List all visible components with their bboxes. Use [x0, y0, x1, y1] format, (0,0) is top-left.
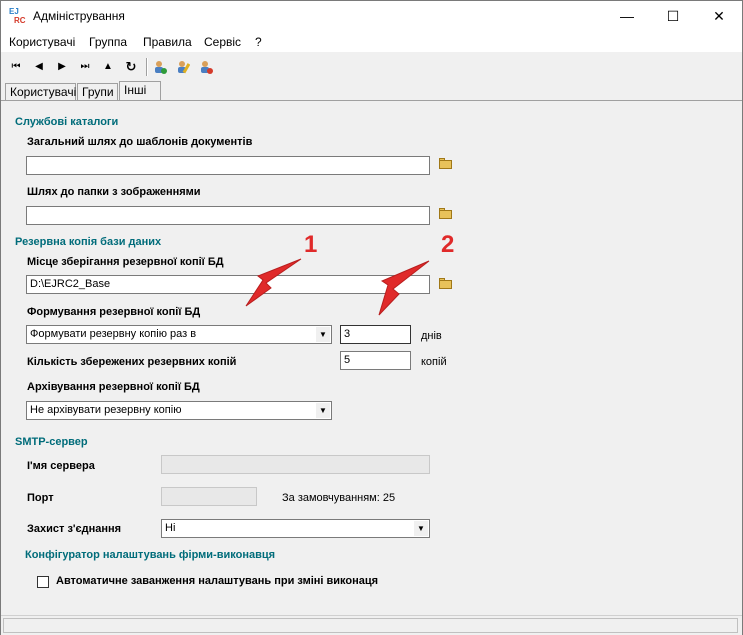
status-bar: [1, 615, 742, 635]
application-window: EJ RC Адміністрування — ☐ ✕ Користувачі Г…: [0, 0, 743, 635]
annotation-arrows: [245, 258, 430, 316]
annotation-1: 1: [304, 231, 318, 258]
status-panel: [3, 618, 738, 633]
annotation-2: 2: [441, 231, 455, 258]
